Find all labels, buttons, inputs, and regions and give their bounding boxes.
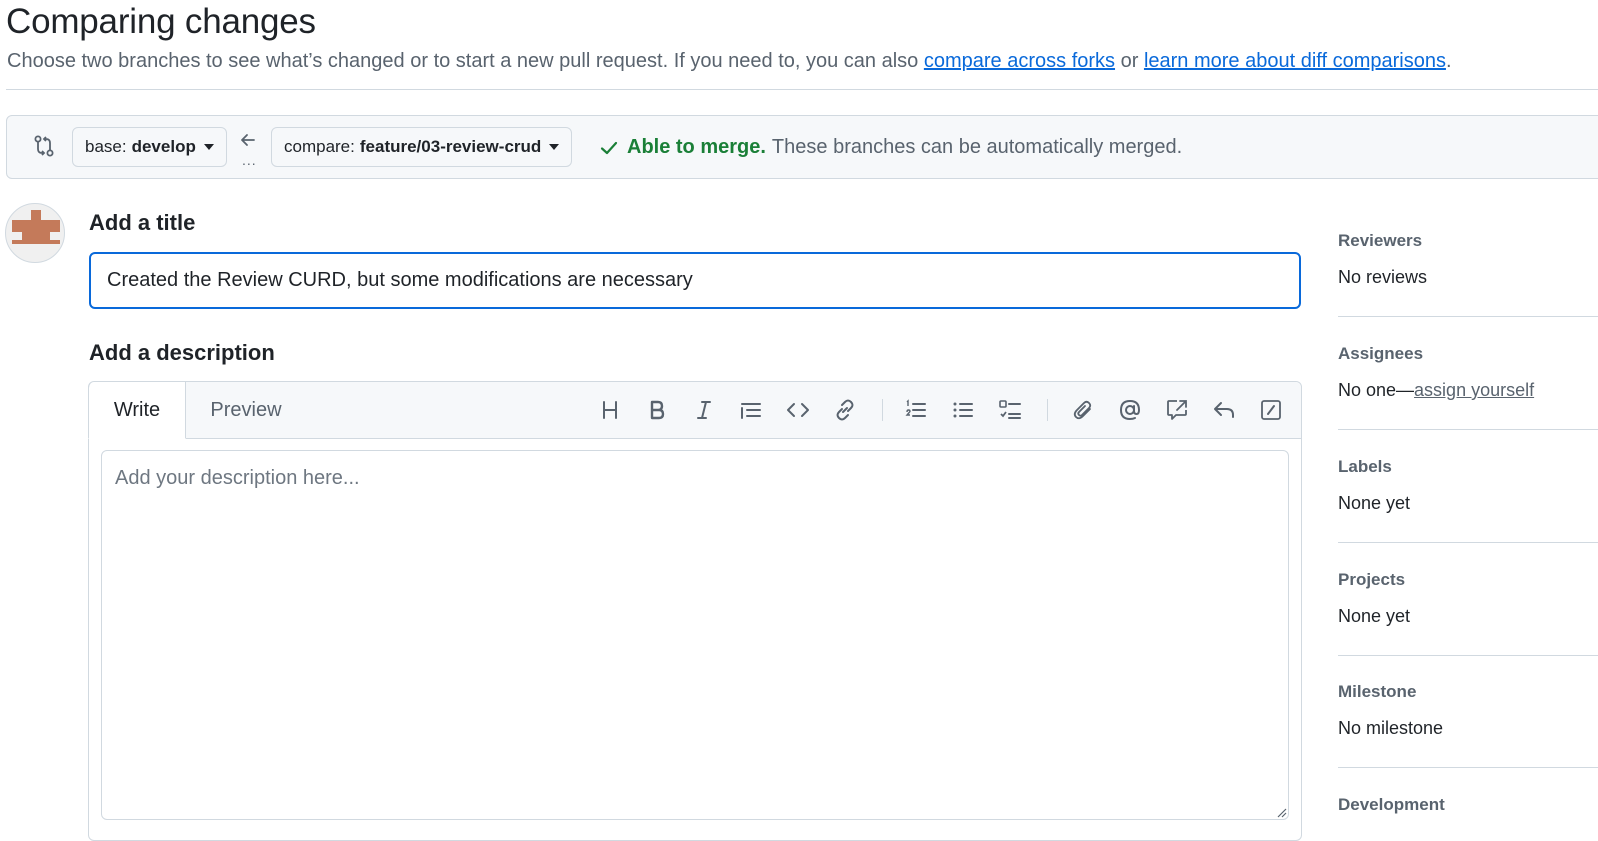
resize-handle-icon[interactable] [1275, 806, 1287, 818]
assignees-section: Assignees No one—assign yourself [1338, 344, 1598, 401]
learn-diff-comparisons-link[interactable]: learn more about diff comparisons [1144, 50, 1446, 72]
mention-icon[interactable] [1115, 395, 1145, 425]
sidebar-divider [1338, 767, 1598, 768]
bold-icon[interactable] [642, 395, 672, 425]
pr-title-input[interactable] [89, 252, 1301, 309]
page-title: Comparing changes [6, 2, 316, 41]
reviewers-heading[interactable]: Reviewers [1338, 231, 1598, 251]
projects-value: None yet [1338, 606, 1411, 626]
code-icon[interactable] [783, 395, 813, 425]
milestone-section: Milestone No milestone [1338, 682, 1598, 739]
subtitle-or: or [1115, 50, 1144, 72]
italic-icon[interactable] [689, 395, 719, 425]
assign-yourself-link[interactable]: assign yourself [1414, 380, 1534, 400]
merge-ok-text: Able to merge. [627, 136, 766, 158]
link-icon[interactable] [830, 395, 860, 425]
tab-preview[interactable]: Preview [193, 382, 299, 439]
identicon-icon [12, 210, 60, 244]
slash-commands-icon[interactable] [1256, 395, 1286, 425]
sidebar-divider [1338, 542, 1598, 543]
merge-status: Able to merge. These branches can be aut… [599, 136, 1182, 159]
milestone-value: No milestone [1338, 718, 1444, 738]
assignees-none: No one— [1338, 380, 1415, 400]
add-description-heading: Add a description [89, 340, 275, 365]
subtitle-text: Choose two branches to see what’s change… [7, 50, 924, 72]
reviewers-section: Reviewers No reviews [1338, 231, 1598, 288]
unordered-list-icon[interactable] [948, 395, 978, 425]
sidebar-divider [1338, 655, 1598, 656]
avatar[interactable] [5, 203, 65, 263]
assignees-heading[interactable]: Assignees [1338, 344, 1598, 364]
cross-reference-icon[interactable] [1162, 395, 1192, 425]
range-dots: ... [242, 152, 257, 168]
labels-heading[interactable]: Labels [1338, 457, 1598, 477]
check-icon [600, 141, 618, 154]
milestone-heading[interactable]: Milestone [1338, 682, 1598, 702]
sidebar-divider [1338, 316, 1598, 317]
merge-detail-text: These branches can be automatically merg… [771, 136, 1183, 158]
add-title-heading: Add a title [89, 210, 196, 235]
compare-branch-button[interactable]: compare: feature/03-review-crud [271, 127, 573, 167]
attach-icon[interactable] [1068, 395, 1098, 425]
development-heading[interactable]: Development [1338, 795, 1598, 815]
sidebar-divider [1338, 429, 1598, 430]
arrow-left-icon [241, 134, 255, 146]
base-value: develop [131, 137, 196, 156]
labels-value: None yet [1338, 493, 1411, 513]
projects-heading[interactable]: Projects [1338, 570, 1598, 590]
compare-label: compare: [284, 137, 355, 156]
branch-range-bar: base: develop ... compare: feature/03-re… [6, 115, 1598, 179]
subtitle-end: . [1445, 50, 1452, 72]
heading-icon[interactable] [595, 395, 625, 425]
page-subtitle: Choose two branches to see what’s change… [7, 50, 1452, 73]
labels-section: Labels None yet [1338, 457, 1598, 514]
base-label: base: [85, 137, 127, 156]
header-divider [6, 89, 1598, 90]
description-editor: Write Preview [88, 381, 1302, 841]
compare-value: feature/03-review-crud [359, 137, 542, 156]
caret-down-icon [203, 144, 214, 150]
base-branch-button[interactable]: base: develop [72, 127, 227, 167]
toolbar-divider [882, 399, 883, 421]
reviewers-value: No reviews [1338, 267, 1428, 287]
toolbar-divider [1047, 399, 1048, 421]
compare-across-forks-link[interactable]: compare across forks [924, 50, 1115, 72]
description-textarea[interactable] [101, 450, 1289, 820]
quote-icon[interactable] [736, 395, 766, 425]
caret-down-icon [549, 144, 560, 150]
projects-section: Projects None yet [1338, 570, 1598, 627]
ordered-list-icon[interactable] [901, 395, 931, 425]
git-compare-icon [34, 135, 54, 157]
task-list-icon[interactable] [995, 395, 1025, 425]
reply-icon[interactable] [1209, 395, 1239, 425]
tab-write[interactable]: Write [88, 382, 186, 439]
assignees-value: No one—assign yourself [1338, 380, 1598, 401]
editor-header: Write Preview [88, 382, 1301, 439]
development-section: Development [1338, 795, 1598, 815]
